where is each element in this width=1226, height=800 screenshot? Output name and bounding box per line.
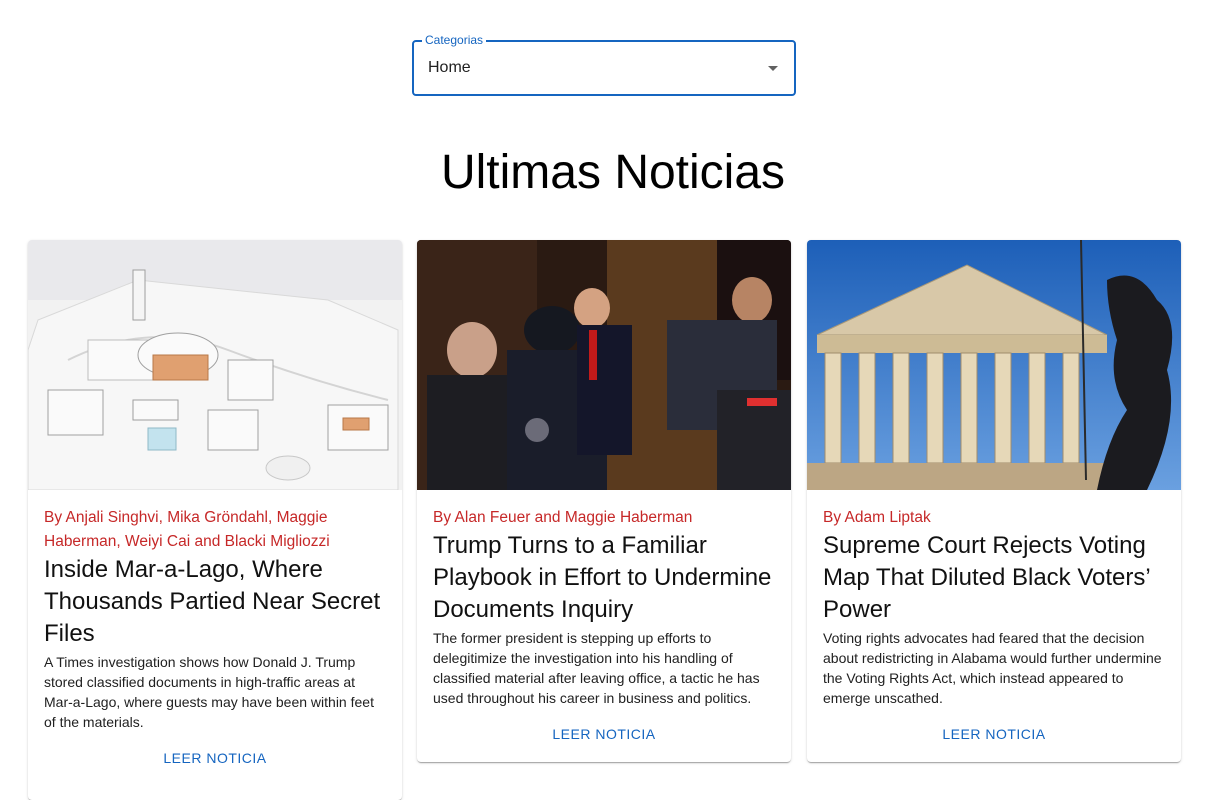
article-title: Inside Mar-a-Lago, Where Thousands Parti… <box>44 556 381 647</box>
article-abstract: Voting rights advocates had feared that … <box>823 630 1162 706</box>
article-byline: By Alan Feuer and Maggie Haberman <box>433 509 693 526</box>
read-news-button[interactable]: LEER NOTICIA <box>544 720 663 748</box>
article-title: Trump Turns to a Familiar Playbook in Ef… <box>433 532 772 623</box>
article-byline: By Anjali Singhvi, Mika Gröndahl, Maggie… <box>44 509 330 550</box>
category-select-label: Categorias <box>422 33 487 47</box>
category-select[interactable]: Home Categorias <box>412 33 796 96</box>
read-news-button[interactable]: LEER NOTICIA <box>155 744 274 772</box>
read-news-button[interactable]: LEER NOTICIA <box>934 720 1053 748</box>
news-card-image <box>417 240 791 490</box>
category-select-value: Home <box>428 59 471 76</box>
article-title: Supreme Court Rejects Voting Map That Di… <box>823 532 1150 623</box>
page-title: Ultimas Noticias <box>440 146 786 199</box>
news-card: By Anjali Singhvi, Mika Gröndahl, Maggie… <box>28 240 402 800</box>
news-card: By Adam Liptak Supreme Court Rejects Vot… <box>807 240 1181 762</box>
article-byline: By Adam Liptak <box>823 509 931 526</box>
chevron-down-icon[interactable] <box>768 65 778 71</box>
news-card-image <box>28 240 402 490</box>
news-card: By Alan Feuer and Maggie Haberman Trump … <box>417 240 791 762</box>
news-card-image <box>807 240 1181 490</box>
article-abstract: A Times investigation shows how Donald J… <box>44 654 374 730</box>
article-abstract: The former president is stepping up effo… <box>433 630 760 706</box>
category-select-box[interactable]: Home <box>412 40 796 96</box>
